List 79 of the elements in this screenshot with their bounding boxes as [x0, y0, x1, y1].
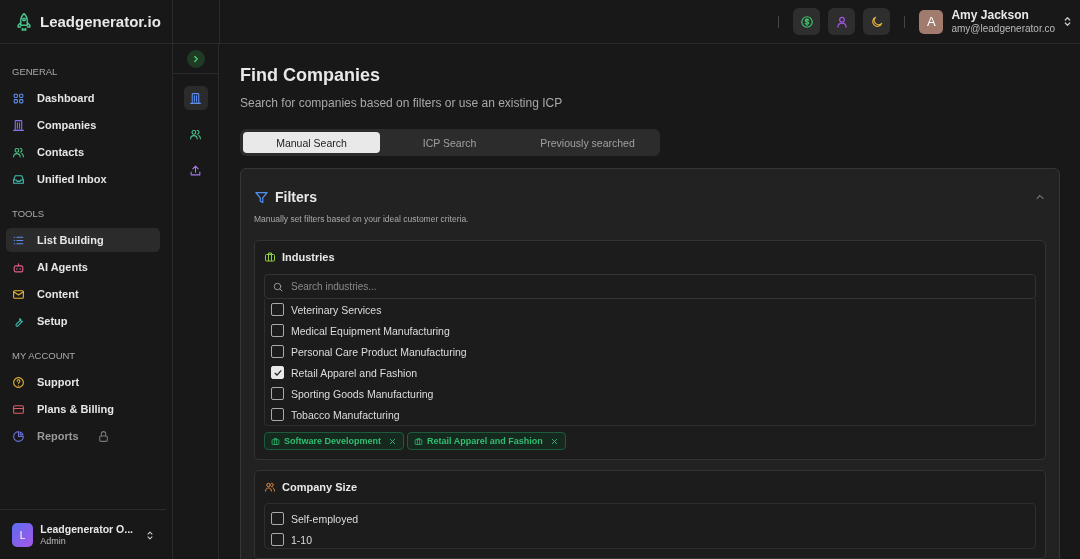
users-icon [12, 145, 25, 159]
checkbox[interactable] [271, 408, 284, 421]
moon-button[interactable] [863, 8, 891, 35]
user-name: Amy Jackson [951, 8, 1030, 23]
sidebar-item[interactable]: Companies [6, 113, 160, 137]
sidebar-item[interactable]: Reports [6, 424, 160, 448]
chevron-up-down-icon[interactable] [1063, 15, 1072, 28]
industry-tag: Software Development [264, 432, 405, 450]
option-label: Retail Apparel and Fashion [291, 366, 418, 379]
sidebar-item[interactable]: AI Agents [6, 255, 160, 279]
checkbox[interactable] [271, 512, 284, 525]
sidebar-item[interactable]: Contacts [6, 140, 160, 164]
industry-tag: Retail Apparel and Fashion [407, 432, 566, 450]
grid-icon [12, 91, 25, 105]
tab[interactable]: Previously searched [519, 132, 656, 153]
person-icon [834, 14, 849, 29]
close-icon[interactable] [388, 436, 398, 446]
dollar-button[interactable] [793, 8, 821, 35]
option-label: Tobacco Manufacturing [291, 408, 400, 421]
help-icon [12, 375, 25, 389]
checkbox[interactable] [271, 345, 284, 358]
tab[interactable]: ICP Search [381, 132, 518, 153]
option-label: Personal Care Product Manufacturing [291, 345, 467, 358]
option-label: Sporting Goods Manufacturing [291, 387, 434, 400]
checkbox[interactable] [271, 324, 284, 337]
checkbox[interactable] [271, 303, 284, 316]
expand-button[interactable] [186, 49, 205, 68]
building-icon [189, 91, 202, 105]
filter-icon [254, 189, 269, 205]
filters-description: Manually set filters based on your ideal customer criteria. [254, 214, 470, 224]
upload-icon [189, 163, 202, 177]
industries-title: Industries [282, 251, 335, 263]
sidebar-item[interactable]: Setup [6, 309, 160, 333]
user-avatar[interactable]: A [919, 9, 944, 34]
option-label: 1-10 [291, 533, 312, 546]
dollar-icon [799, 14, 814, 29]
sidebar-item[interactable]: List Building [6, 228, 160, 252]
building-icon [12, 118, 25, 132]
robot-icon [12, 260, 25, 274]
checkbox[interactable] [271, 533, 284, 546]
option-label: Veterinary Services [291, 303, 382, 316]
section-heading: MY ACCOUNT [11, 350, 77, 361]
moon-icon [869, 14, 884, 29]
section-heading: GENERAL [11, 66, 59, 77]
close-icon[interactable] [549, 436, 559, 446]
company-size-title: Company Size [282, 481, 358, 493]
checkbox[interactable] [271, 387, 284, 400]
org-name: Leadgenerator O... [40, 523, 134, 536]
person-button[interactable] [828, 8, 856, 35]
users-icon [189, 127, 202, 141]
rocket-icon [14, 10, 34, 33]
building-button[interactable] [183, 86, 208, 110]
page-subtitle: Search for companies based on filters or use an existing ICP [240, 96, 564, 110]
section-heading: TOOLS [11, 208, 46, 219]
briefcase-icon [271, 436, 280, 446]
briefcase-icon [264, 251, 276, 263]
users-icon [264, 481, 276, 493]
option-label: Self-employed [291, 512, 359, 525]
pie-chart-icon [12, 429, 25, 443]
tab[interactable]: Manual Search [243, 132, 380, 153]
briefcase-icon [414, 436, 424, 446]
org-role: Admin [40, 535, 67, 547]
card-icon [12, 402, 25, 416]
brand-name: Leadgenerator.io [40, 13, 161, 30]
sidebar-item[interactable]: Unified Inbox [6, 167, 160, 191]
search-icon [272, 280, 284, 293]
inbox-icon [12, 172, 25, 186]
search-field[interactable]: Search industries... [264, 274, 1036, 299]
sidebar-item[interactable]: Plans & Billing [6, 397, 160, 421]
option-label: Medical Equipment Manufacturing [291, 324, 450, 337]
filters-title: Filters [275, 189, 317, 205]
sidebar-item[interactable]: Content [6, 282, 160, 306]
org-avatar: L [12, 523, 34, 547]
sidebar-item[interactable]: Support [6, 370, 160, 394]
page-title: Find Companies [240, 65, 381, 86]
user-email: amy@leadgenerator.co [951, 22, 1055, 35]
envelope-icon [12, 287, 25, 301]
checkmark-icon [272, 367, 283, 378]
sidebar-item[interactable]: Dashboard [6, 86, 160, 110]
